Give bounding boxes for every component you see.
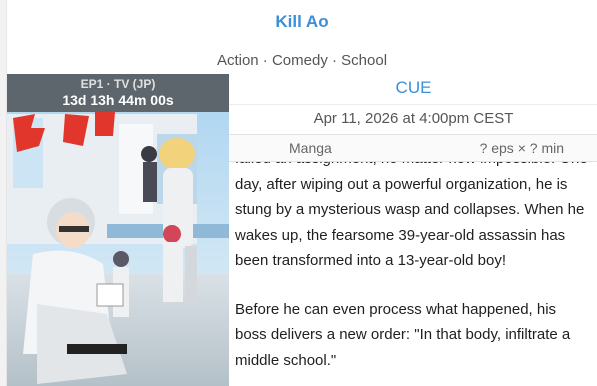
episode-count: ? eps × ? min — [479, 140, 564, 156]
poster-image[interactable]: EP1 · TV (JP) 13d 13h 44m 00s — [7, 74, 229, 386]
synopsis[interactable]: failed an assignment, no matter how impo… — [235, 162, 590, 386]
episode-info: EP1 · TV (JP) — [80, 77, 156, 91]
info-panel: CUE Apr 11, 2026 at 4:00pm CEST Manga ? … — [229, 74, 597, 386]
anime-title[interactable]: Kill Ao — [7, 12, 597, 32]
poster-artwork — [7, 74, 229, 386]
anime-card: Kill Ao Action · Comedy · School EP1 · T… — [6, 0, 597, 386]
source-label: Manga — [289, 140, 332, 156]
synopsis-paragraph: Before he can even process what happened… — [235, 300, 571, 369]
air-date: Apr 11, 2026 at 4:00pm CEST — [229, 104, 597, 132]
genre-list: Action · Comedy · School — [216, 52, 388, 69]
countdown-overlay: EP1 · TV (JP) 13d 13h 44m 00s — [7, 74, 229, 112]
studio-link[interactable]: CUE — [229, 74, 597, 102]
countdown-timer: 13d 13h 44m 00s — [62, 92, 174, 108]
meta-row: Manga ? eps × ? min — [229, 134, 597, 162]
synopsis-paragraph: failed an assignment, no matter how impo… — [235, 162, 588, 269]
